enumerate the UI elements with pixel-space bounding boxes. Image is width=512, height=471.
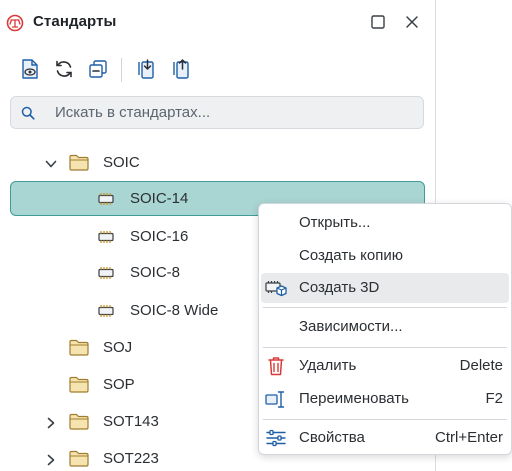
folder-icon bbox=[69, 154, 89, 171]
panel-toolbar bbox=[0, 52, 435, 88]
menu-item-label: Открыть... bbox=[299, 214, 371, 231]
chip-icon bbox=[97, 266, 115, 280]
menu-item-label: Свойства bbox=[299, 429, 365, 446]
menu-item-rename[interactable]: Переименовать F2 bbox=[259, 384, 511, 414]
menu-item-create-copy[interactable]: Создать копию bbox=[259, 241, 511, 271]
menu-item-dependencies[interactable]: Зависимости... bbox=[259, 312, 511, 342]
chip-icon bbox=[97, 304, 115, 318]
maximize-icon[interactable] bbox=[370, 14, 386, 30]
menu-item-label: Переименовать bbox=[299, 390, 409, 407]
create-3d-icon bbox=[265, 278, 287, 298]
chip-icon bbox=[97, 192, 115, 206]
menu-item-shortcut: F2 bbox=[485, 390, 503, 407]
menu-item-shortcut: Delete bbox=[459, 357, 503, 374]
menu-item-label: Удалить bbox=[299, 357, 357, 374]
panel-title: Стандарты bbox=[33, 13, 117, 30]
context-menu: Открыть... Создать копию Создать 3D Зави… bbox=[258, 203, 512, 455]
menu-item-label: Зависимости... bbox=[299, 318, 403, 335]
panel-titlebar: Стандарты bbox=[0, 0, 435, 46]
chevron-down-icon[interactable] bbox=[45, 157, 57, 169]
chevron-right-icon[interactable] bbox=[45, 416, 57, 429]
rename-icon bbox=[265, 389, 287, 409]
import-icon[interactable] bbox=[135, 58, 157, 80]
tree-item-soic[interactable]: SOIC bbox=[0, 145, 435, 181]
menu-separator bbox=[263, 307, 507, 308]
folder-icon bbox=[69, 376, 89, 393]
menu-item-delete[interactable]: Удалить Delete bbox=[259, 351, 511, 381]
menu-item-properties[interactable]: Свойства Ctrl+Enter bbox=[259, 423, 511, 453]
tree-item-label: SOIC-8 Wide bbox=[130, 302, 219, 319]
search-box[interactable] bbox=[10, 96, 424, 129]
menu-item-label: Создать копию bbox=[299, 247, 403, 264]
menu-item-label: Создать 3D bbox=[299, 279, 380, 296]
chevron-right-icon[interactable] bbox=[45, 453, 57, 466]
refresh-icon[interactable] bbox=[53, 58, 75, 80]
properties-icon bbox=[265, 428, 287, 448]
search-icon bbox=[21, 106, 35, 120]
close-icon[interactable] bbox=[404, 14, 420, 30]
export-icon[interactable] bbox=[170, 58, 192, 80]
folder-icon bbox=[69, 450, 89, 467]
menu-item-open[interactable]: Открыть... bbox=[259, 208, 511, 238]
tree-item-label: SOIC-16 bbox=[130, 228, 189, 245]
tree-item-label: SOT223 bbox=[103, 450, 159, 467]
tree-item-label: SOIC-8 bbox=[130, 264, 181, 281]
menu-item-shortcut: Ctrl+Enter bbox=[435, 429, 503, 446]
collapse-icon[interactable] bbox=[87, 58, 109, 80]
tree-item-label: SOT143 bbox=[103, 413, 159, 430]
folder-icon bbox=[69, 413, 89, 430]
menu-item-create-3d[interactable]: Создать 3D bbox=[261, 273, 509, 303]
folder-icon bbox=[69, 339, 89, 356]
menu-separator bbox=[263, 347, 507, 348]
tree-item-label: SOIC-14 bbox=[130, 190, 189, 207]
tree-item-label: SOIC bbox=[103, 154, 140, 171]
chip-icon bbox=[97, 230, 115, 244]
menu-separator bbox=[263, 419, 507, 420]
toolbar-separator bbox=[121, 58, 122, 82]
trash-icon bbox=[265, 356, 287, 376]
search-input[interactable] bbox=[55, 97, 415, 128]
view-document-icon[interactable] bbox=[19, 58, 41, 80]
tree-item-label: SOJ bbox=[103, 339, 133, 356]
tree-item-label: SOP bbox=[103, 376, 135, 393]
standards-icon bbox=[6, 14, 24, 32]
